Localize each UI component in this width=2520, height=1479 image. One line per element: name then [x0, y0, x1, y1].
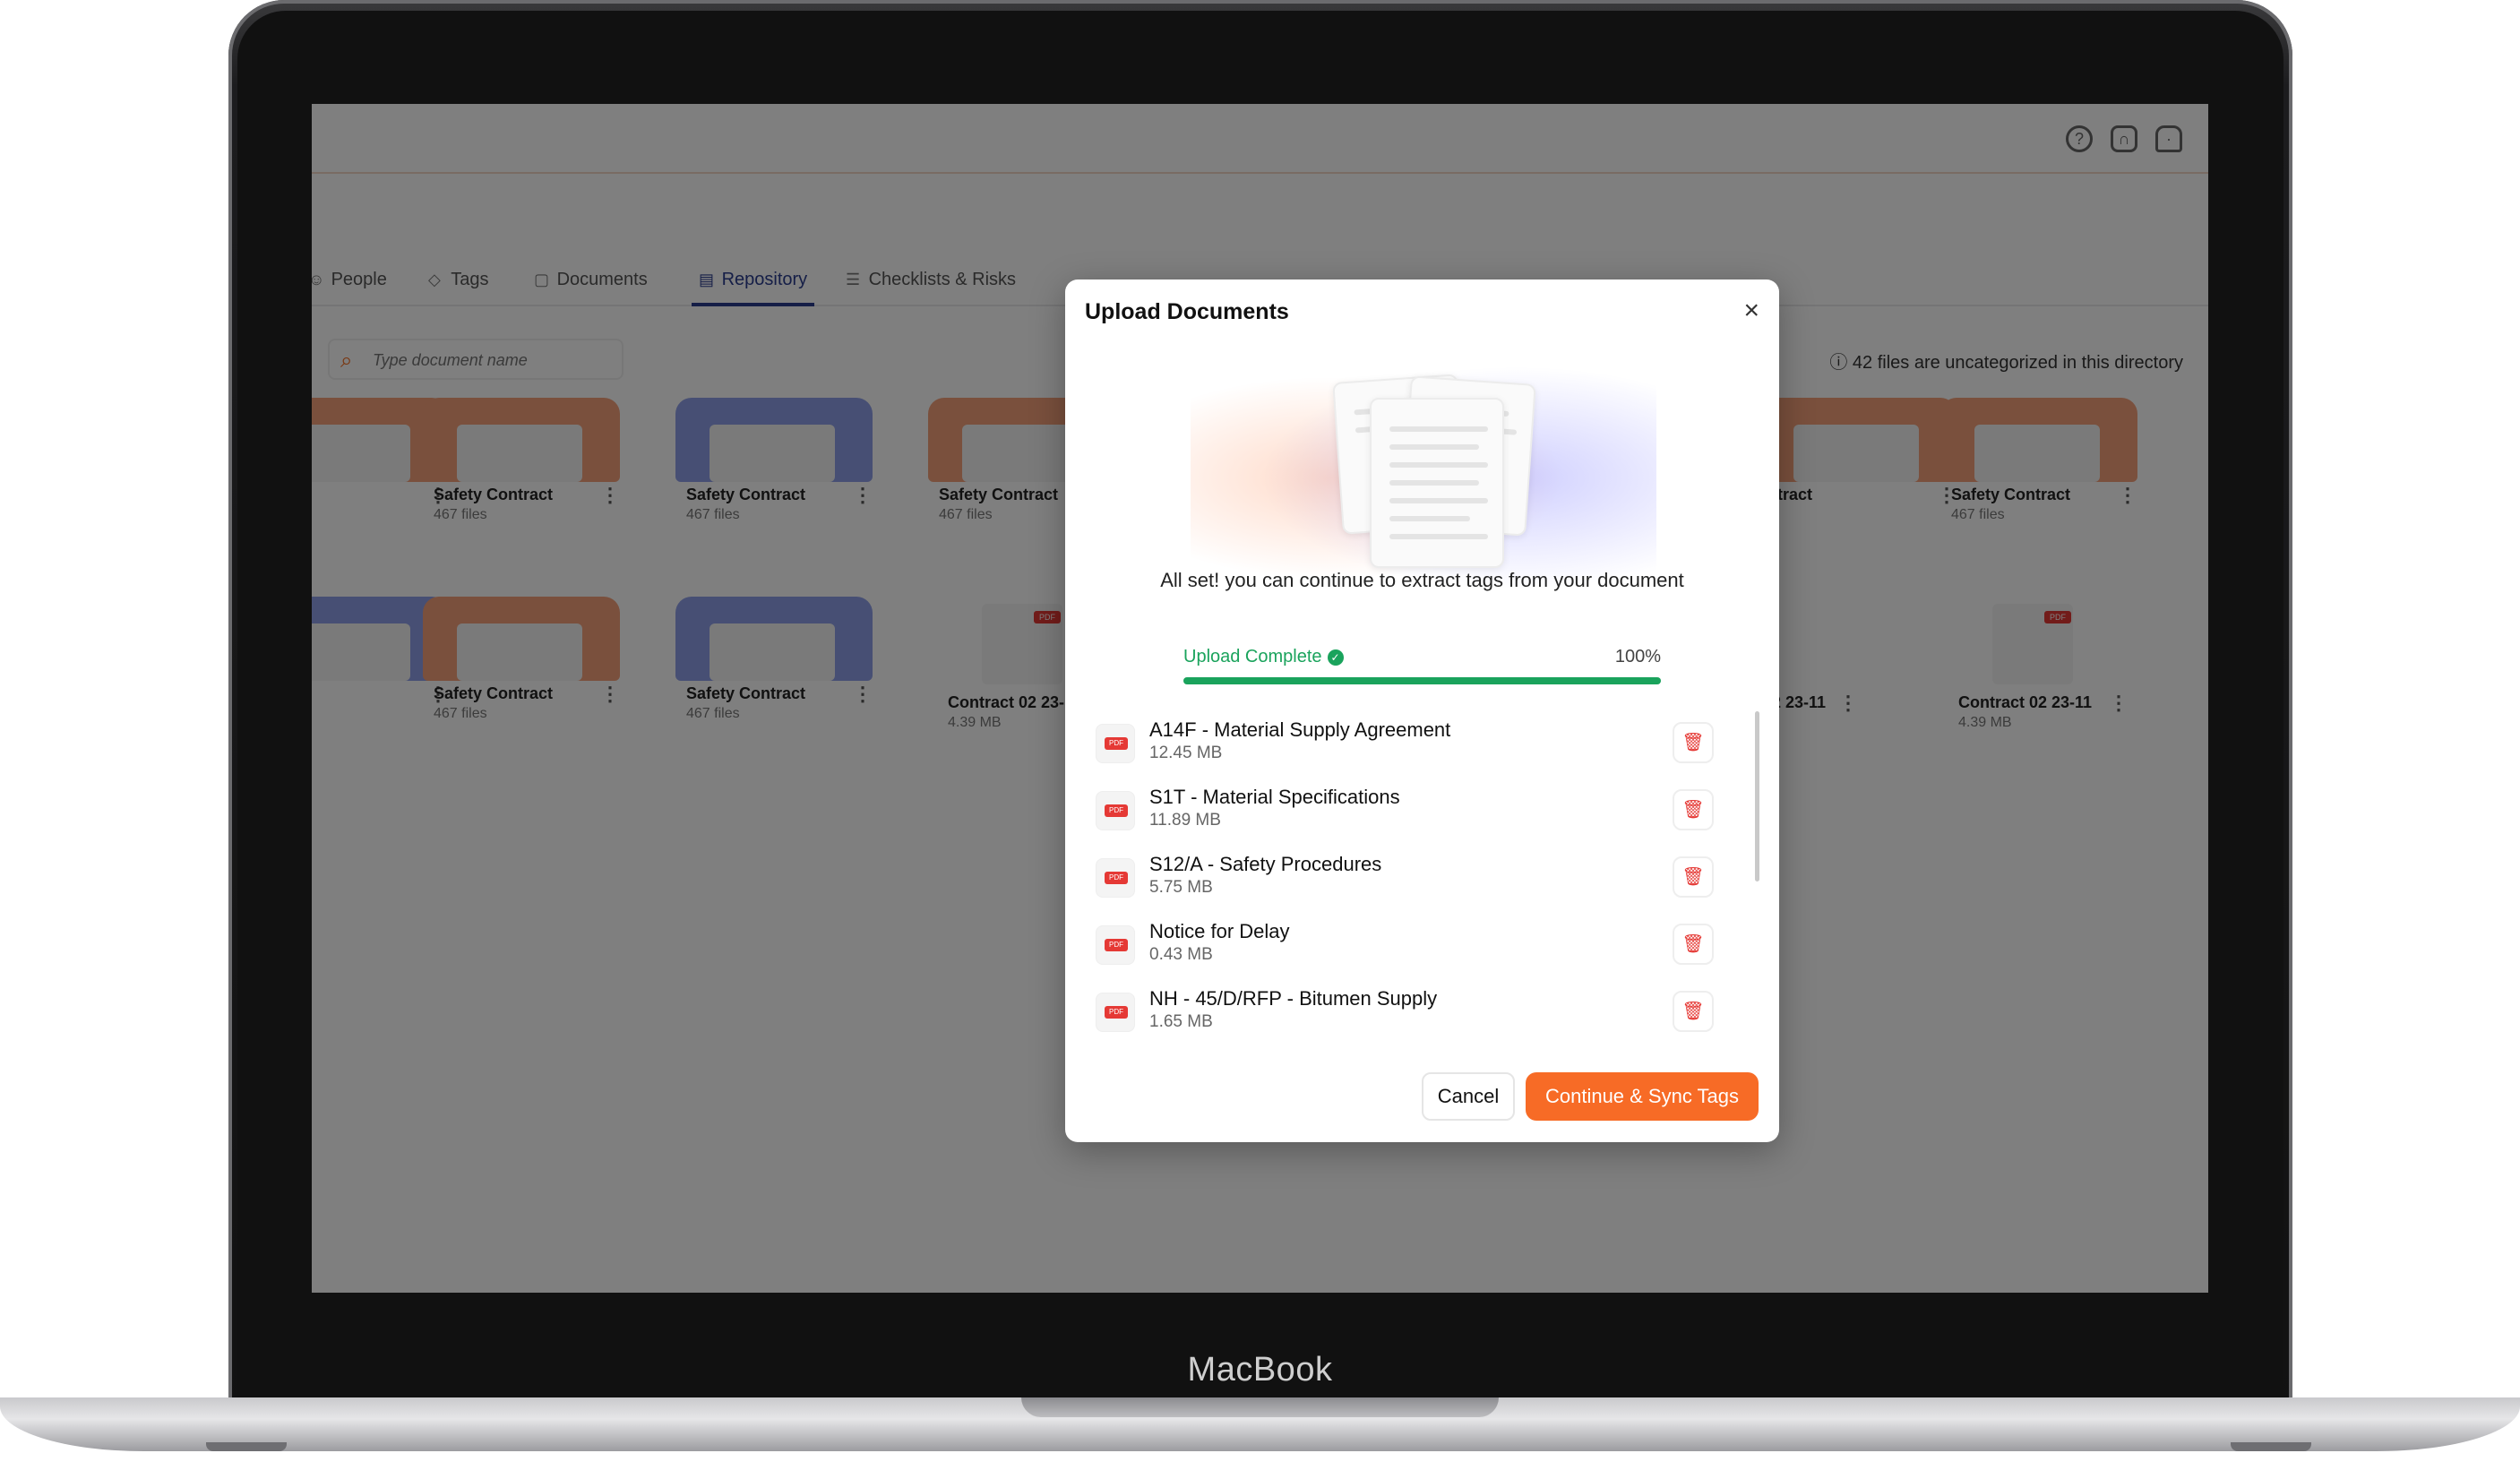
- delete-file-button[interactable]: 🗑: [1673, 789, 1714, 830]
- documents-illustration: [1191, 335, 1656, 595]
- upload-message: All set! you can continue to extract tag…: [1160, 569, 1684, 591]
- device-label: MacBook: [1187, 1351, 1333, 1389]
- close-icon[interactable]: ×: [1743, 297, 1759, 324]
- file-name: S12/A - Safety Procedures: [1149, 853, 1382, 875]
- delete-file-button[interactable]: 🗑: [1673, 924, 1714, 965]
- pdf-file-icon: PDF: [1096, 925, 1135, 965]
- file-row: PDF S12/A - Safety Procedures 5.75 MB 🗑: [1092, 844, 1737, 911]
- file-size: 0.43 MB: [1149, 945, 1213, 964]
- upload-documents-modal: Upload Documents × All set! you can cont…: [1065, 279, 1779, 1142]
- file-size: 5.75 MB: [1149, 878, 1213, 897]
- file-row: PDF S1T - Material Specifications 11.89 MB…: [1092, 777, 1737, 844]
- pdf-file-icon: PDF: [1096, 791, 1135, 830]
- laptop-foot: [206, 1442, 287, 1451]
- trash-icon: 🗑: [1681, 800, 1705, 820]
- progress-fill: [1183, 677, 1661, 684]
- cancel-button[interactable]: Cancel: [1422, 1072, 1515, 1121]
- app-screen: ? ∩ · ☺ People ◇ Tags ▢ Documents ▤ Repo…: [312, 104, 2208, 1293]
- delete-file-button[interactable]: 🗑: [1673, 722, 1714, 763]
- trash-icon: 🗑: [1681, 733, 1705, 752]
- check-circle-icon: ✓: [1327, 649, 1344, 666]
- file-name: NH - 45/D/RFP - Bitumen Supply: [1149, 987, 1438, 1010]
- pdf-file-icon: PDF: [1096, 993, 1135, 1032]
- file-name: Notice for Delay: [1149, 920, 1290, 942]
- file-row: PDF A14F - Material Supply Agreement 12.45…: [1092, 709, 1737, 777]
- upload-status: Upload Complete ✓: [1183, 647, 1344, 667]
- trash-icon: 🗑: [1681, 1002, 1705, 1021]
- file-row: PDF Notice for Delay 0.43 MB 🗑: [1092, 911, 1737, 978]
- file-list-scrollbar[interactable]: [1755, 711, 1759, 881]
- upload-progress-bar: [1183, 677, 1661, 684]
- delete-file-button[interactable]: 🗑: [1673, 856, 1714, 898]
- pdf-file-icon: PDF: [1096, 858, 1135, 898]
- file-size: 1.65 MB: [1149, 1012, 1213, 1031]
- laptop-notch: [1021, 1397, 1499, 1417]
- file-row: PDF NH - 45/D/RFP - Bitumen Supply 1.65 MB…: [1092, 978, 1737, 1045]
- modal-title: Upload Documents: [1085, 299, 1289, 324]
- file-name: A14F - Material Supply Agreement: [1149, 718, 1451, 741]
- pdf-file-icon: PDF: [1096, 724, 1135, 763]
- file-size: 11.89 MB: [1149, 811, 1221, 830]
- delete-file-button[interactable]: 🗑: [1673, 991, 1714, 1032]
- file-name: S1T - Material Specifications: [1149, 786, 1400, 808]
- trash-icon: 🗑: [1681, 867, 1705, 887]
- uploaded-file-list: PDF A14F - Material Supply Agreement 12.45…: [1092, 709, 1737, 1045]
- trash-icon: 🗑: [1681, 934, 1705, 954]
- continue-sync-tags-button[interactable]: Continue & Sync Tags: [1526, 1072, 1759, 1121]
- file-size: 12.45 MB: [1149, 744, 1223, 762]
- progress-percent: 100%: [1614, 647, 1661, 666]
- laptop-foot: [2231, 1442, 2311, 1451]
